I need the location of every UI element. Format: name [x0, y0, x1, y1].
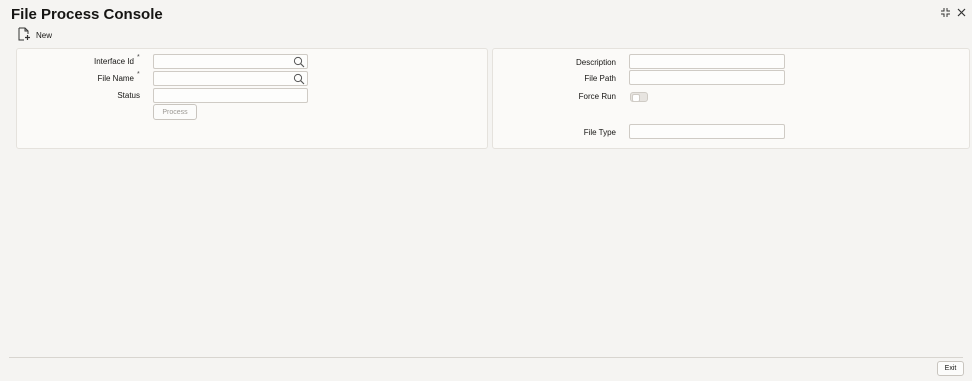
search-icon[interactable] [293, 72, 305, 85]
close-icon[interactable] [956, 7, 967, 21]
file-path-label: File Path [584, 74, 616, 83]
force-run-toggle[interactable] [630, 92, 648, 102]
footer-divider [9, 357, 963, 358]
file-type-input[interactable] [629, 124, 785, 139]
file-name-required-marker: * [137, 71, 140, 78]
new-document-icon [18, 27, 31, 43]
force-run-label: Force Run [578, 92, 616, 101]
status-field[interactable] [153, 88, 308, 103]
description-input[interactable] [629, 54, 785, 69]
new-button-label: New [36, 30, 53, 40]
collapse-arrows-icon[interactable] [940, 7, 951, 21]
new-button[interactable]: New [18, 27, 53, 43]
interface-id-label: Interface Id [93, 57, 134, 66]
interface-id-required-marker: * [137, 54, 140, 61]
description-label: Description [575, 58, 616, 67]
exit-button[interactable]: Exit [937, 361, 964, 376]
process-button[interactable]: Process [153, 104, 197, 120]
file-path-input[interactable] [629, 70, 785, 85]
file-type-label: File Type [583, 128, 616, 137]
status-label: Status [117, 91, 140, 100]
search-icon[interactable] [293, 55, 305, 68]
file-name-label: File Name [97, 74, 134, 83]
interface-id-input[interactable] [153, 54, 308, 69]
page-title: File Process Console [11, 6, 163, 23]
file-name-input[interactable] [153, 71, 308, 86]
toggle-knob [632, 94, 640, 102]
